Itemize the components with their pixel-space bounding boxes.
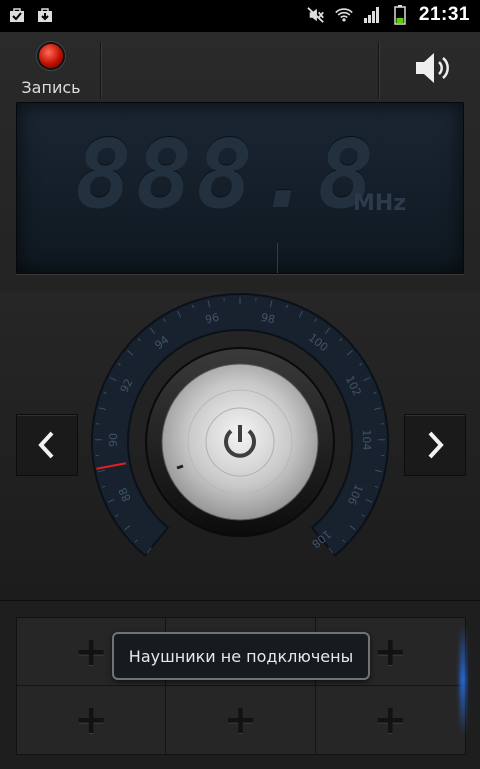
download-bag-icon [36, 6, 54, 24]
frequency-value: 888.8 [75, 121, 378, 230]
record-label: Запись [14, 78, 88, 97]
dial-scale-label: 90 [107, 433, 120, 447]
preset-add-button[interactable]: + [17, 686, 166, 754]
wifi-icon [335, 6, 353, 24]
status-bar: 21:31 [0, 0, 480, 32]
divider [378, 42, 379, 98]
speaker-button[interactable] [412, 50, 456, 86]
battery-icon [391, 6, 409, 24]
knob-indicator [177, 466, 183, 468]
speaker-icon [412, 50, 456, 86]
status-time: 21:31 [419, 4, 470, 26]
frequency-unit: MHz [353, 191, 406, 216]
chevron-left-icon [17, 415, 77, 475]
frequency-display: 888.8 MHz [16, 102, 464, 274]
scroll-glow [460, 625, 466, 735]
record-icon [39, 44, 63, 68]
top-panel: Запись 888.8 MHz [0, 32, 480, 293]
divider [100, 42, 101, 98]
checklist-bag-icon [8, 6, 26, 24]
dial-scale-label: 104 [360, 429, 373, 450]
preset-add-button[interactable]: + [166, 686, 315, 754]
tuning-dial[interactable]: 889092949698100102104106108 [84, 292, 396, 582]
next-station-button[interactable] [404, 414, 466, 476]
chevron-right-icon [405, 415, 465, 475]
prev-station-button[interactable] [16, 414, 78, 476]
preset-add-button[interactable]: + [316, 686, 465, 754]
tuner-panel: 889092949698100102104106108 [0, 292, 480, 600]
toast-message: Наушники не подключены [112, 632, 370, 680]
presets-panel: + + + + + + [0, 600, 480, 769]
display-divider [277, 243, 278, 273]
record-button[interactable]: Запись [14, 40, 88, 100]
signal-icon [363, 6, 381, 24]
mute-icon [307, 6, 325, 24]
